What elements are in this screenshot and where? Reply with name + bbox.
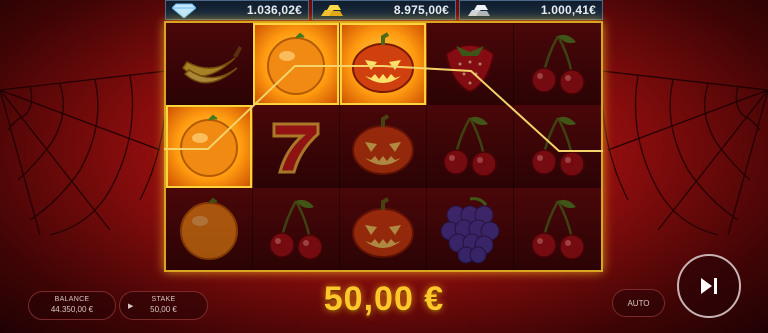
jackpot-diamond: 1.036,02€ [165, 0, 309, 20]
jackpot-silver-value: 1.000,41€ [540, 3, 596, 17]
pumpkin-icon [352, 197, 414, 258]
gold-bars-icon [319, 2, 343, 18]
balance-label: BALANCE [54, 296, 90, 303]
balance-value: 44.350,00 € [50, 305, 94, 314]
reel-cell-cherries [514, 23, 601, 106]
pumpkin-icon [352, 32, 414, 94]
cherries-icon [269, 199, 323, 260]
strawberry-icon [444, 44, 496, 94]
cherries-icon [530, 199, 585, 260]
reel-cell-banana [166, 23, 253, 106]
reel-cell-cherries [253, 187, 340, 270]
spider-web-right [593, 69, 768, 235]
play-arrow-icon: ▶ [128, 303, 134, 310]
pumpkin-icon [352, 114, 414, 176]
auto-button[interactable]: AUTO [612, 289, 665, 317]
reel-cell-pumpkin [340, 187, 427, 270]
banana-icon [182, 46, 242, 84]
reel-grid [164, 21, 603, 272]
orange-icon [267, 32, 325, 96]
cherries-icon [530, 117, 585, 178]
reel-cell-orange [166, 105, 253, 188]
grapes-icon [440, 196, 500, 264]
diamond-icon [172, 2, 196, 18]
spin-button[interactable] [677, 254, 741, 318]
jackpot-gold-value: 8.975,00€ [393, 3, 449, 17]
orange-icon [180, 197, 238, 260]
seven-icon [272, 122, 320, 174]
reel-cell-pumpkin [340, 23, 427, 106]
reel-cell-grapes [427, 187, 514, 270]
orange-icon [180, 115, 238, 178]
stake-selector[interactable]: ▶ STAKE 50,00 € [119, 291, 208, 320]
jackpot-gold: 8.975,00€ [312, 0, 456, 20]
spider-web-left [0, 69, 175, 235]
reel-cell-pumpkin [340, 105, 427, 188]
reel-cell-orange [253, 23, 340, 106]
cherries-icon [443, 117, 497, 178]
reel-cell-cherries [514, 187, 601, 270]
cherries-icon [530, 35, 585, 95]
jackpot-bar: 1.036,02€ 8.975,00€ 1.000,41€ [165, 0, 603, 20]
reel-cell-seven [253, 105, 340, 188]
reel-cell-orange [166, 187, 253, 270]
jackpot-silver: 1.000,41€ [459, 0, 603, 20]
balance-display: BALANCE 44.350,00 € [28, 291, 116, 320]
reel-cell-cherries [514, 105, 601, 188]
reel-cell-strawberry [427, 23, 514, 106]
play-skip-icon [701, 278, 717, 294]
silver-bars-icon [466, 2, 490, 18]
reel-cell-cherries [427, 105, 514, 188]
jackpot-diamond-value: 1.036,02€ [246, 3, 302, 17]
